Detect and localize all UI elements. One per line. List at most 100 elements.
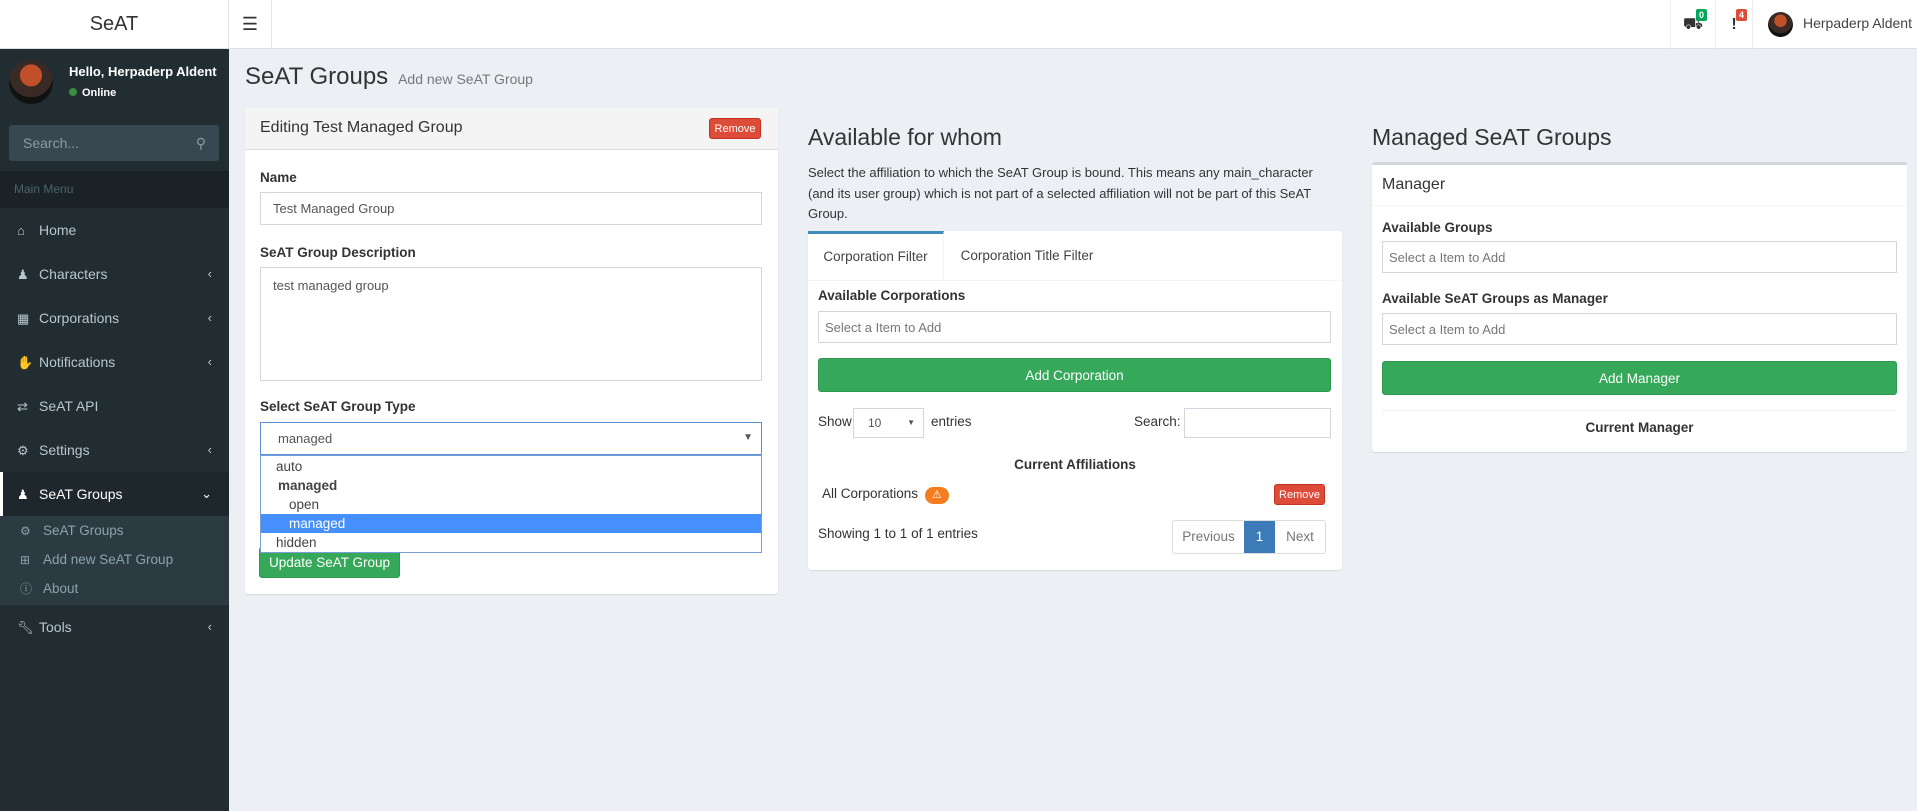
managed-title: Managed SeAT Groups xyxy=(1372,124,1612,150)
page-header: SeAT Groups Add new SeAT Group xyxy=(245,63,533,91)
box-header: Manager xyxy=(1372,165,1907,206)
label: Add new SeAT Group xyxy=(43,552,174,567)
affiliation-name: All Corporations xyxy=(822,486,919,501)
entries-select[interactable]: 10 ▼ xyxy=(853,408,924,438)
managers-label: Available SeAT Groups as Manager xyxy=(1382,291,1608,306)
submenu-item-seat-groups[interactable]: ⚙ SeAT Groups xyxy=(0,516,229,545)
plus-square-icon: ⊞ xyxy=(20,553,31,567)
box-header: Editing Test Managed Group Remove xyxy=(245,108,778,150)
tab-bar: Corporation Filter Corporation Title Fil… xyxy=(808,231,1342,281)
alerts-notification-button[interactable]: ! 4 xyxy=(1715,0,1752,49)
box-title: Manager xyxy=(1382,176,1446,193)
group-type-select[interactable]: managed ▼ xyxy=(260,422,762,455)
affiliation-title: Available for whom xyxy=(808,124,1002,150)
gear-icon: ⚙ xyxy=(20,524,31,538)
user-status: Online xyxy=(69,87,116,99)
label: Tools xyxy=(39,619,72,635)
name-label: Name xyxy=(260,170,297,185)
menu-header: Main Menu xyxy=(0,171,229,208)
add-manager-button[interactable]: Add Manager xyxy=(1382,361,1897,395)
group-type-label: Select SeAT Group Type xyxy=(260,399,416,414)
wrench-icon: 🔧︎ xyxy=(17,620,34,635)
add-corporation-button[interactable]: Add Corporation xyxy=(818,358,1331,392)
name-input[interactable]: Test Managed Group xyxy=(260,192,762,225)
search-icon[interactable]: ⚲ xyxy=(196,125,206,161)
description-textarea[interactable]: test managed group xyxy=(260,267,762,381)
description-label: SeAT Group Description xyxy=(260,245,416,260)
pagination: Previous 1 Next xyxy=(1172,520,1326,554)
groups-select[interactable]: Select a Item to Add xyxy=(1382,241,1897,273)
logo[interactable]: SeAT xyxy=(0,0,229,49)
hand-icon: ✋ xyxy=(17,355,34,370)
sidebar-toggle-bars-icon[interactable]: ☰ xyxy=(229,0,272,49)
info-icon: ⓘ xyxy=(20,582,33,596)
sidebar-item-tools[interactable]: 🔧︎ Tools ‹ xyxy=(0,605,229,649)
previous-page-button[interactable]: Previous xyxy=(1173,521,1244,553)
page-subtitle: Add new SeAT Group xyxy=(398,71,533,87)
cogs-icon: ⚙ xyxy=(17,443,29,458)
table-info: Showing 1 to 1 of 1 entries xyxy=(818,526,978,541)
page-title: SeAT Groups xyxy=(245,63,389,90)
option-hidden[interactable]: hidden xyxy=(261,533,761,552)
sidebar-item-seat-groups[interactable]: ♟ SeAT Groups ⌄ xyxy=(0,472,229,516)
submenu-item-about[interactable]: ⓘ About xyxy=(0,574,229,603)
search-label: Search: xyxy=(1134,414,1181,429)
sidebar-search[interactable]: Search... ⚲ xyxy=(9,125,219,161)
tab-corporation-title-filter[interactable]: Corporation Title Filter xyxy=(944,231,1110,281)
warning-icon: ⚠ xyxy=(924,487,949,504)
tab-corporation-filter[interactable]: Corporation Filter xyxy=(808,231,944,281)
optgroup-managed: managed xyxy=(278,478,338,493)
next-page-button[interactable]: Next xyxy=(1275,521,1325,553)
manager-box: Manager Available Groups Select a Item t… xyxy=(1372,162,1907,452)
user-greeting: Hello, Herpaderp Aldent xyxy=(69,64,217,79)
option-auto[interactable]: auto xyxy=(261,457,761,476)
sidebar-item-settings[interactable]: ⚙ Settings ‹ xyxy=(0,428,229,472)
managers-select[interactable]: Select a Item to Add xyxy=(1382,313,1897,345)
jobs-notification-button[interactable]: ⛟ 0 xyxy=(1670,0,1715,49)
caret-down-icon: ▼ xyxy=(907,418,915,427)
home-icon: ⌂ xyxy=(17,223,25,238)
corporation-select[interactable]: Select a Item to Add xyxy=(818,311,1331,343)
chevron-left-icon: ‹ xyxy=(207,310,212,325)
chevron-left-icon: ‹ xyxy=(207,619,212,634)
search-input[interactable]: Search... xyxy=(23,135,79,151)
table-search-input[interactable] xyxy=(1184,408,1331,438)
user-icon: ♟ xyxy=(17,267,29,282)
corporations-label: Available Corporations xyxy=(818,288,966,303)
label: About xyxy=(43,581,79,596)
status-text: Online xyxy=(82,87,117,99)
label: Settings xyxy=(39,442,90,458)
sidebar-item-home[interactable]: ⌂ Home xyxy=(0,208,229,252)
sidebar-item-corporations[interactable]: ▦ Corporations ‹ xyxy=(0,296,229,340)
sidebar-item-notifications[interactable]: ✋ Notifications ‹ xyxy=(0,340,229,384)
option-open[interactable]: open xyxy=(261,495,761,514)
remove-affiliation-button[interactable]: Remove xyxy=(1274,484,1325,505)
option-managed[interactable]: managed xyxy=(261,514,761,533)
submenu-item-add-new[interactable]: ⊞ Add new SeAT Group xyxy=(0,545,229,574)
label: SeAT Groups xyxy=(43,523,124,538)
sidebar-item-seat-api[interactable]: ⇄ SeAT API xyxy=(0,384,229,428)
edit-group-box: Editing Test Managed Group Remove Name T… xyxy=(245,108,778,594)
group-type-dropdown: auto managed open managed hidden xyxy=(260,455,762,553)
caret-down-icon: ▼ xyxy=(743,432,753,443)
label: Notifications xyxy=(39,354,116,370)
entries-label: entries xyxy=(931,414,972,429)
sidebar-avatar xyxy=(9,60,53,104)
user-name: Herpaderp Aldent xyxy=(1803,15,1912,31)
sidebar-item-characters[interactable]: ♟ Characters ‹ xyxy=(0,252,229,296)
jobs-count-badge: 0 xyxy=(1695,9,1707,21)
show-label: Show xyxy=(818,414,852,429)
building-icon: ▦ xyxy=(17,311,30,326)
chevron-left-icon: ‹ xyxy=(207,354,212,369)
label: Home xyxy=(39,222,77,238)
user-menu[interactable]: Herpaderp Aldent xyxy=(1752,0,1917,49)
current-manager-label: Current Manager xyxy=(1585,420,1694,435)
label: Corporations xyxy=(39,310,120,326)
table-header: Current Affiliations xyxy=(1014,457,1136,472)
box-title: Editing Test Managed Group xyxy=(260,119,463,136)
chevron-left-icon: ‹ xyxy=(207,442,212,457)
page-1-button[interactable]: 1 xyxy=(1244,521,1275,553)
label: SeAT Groups xyxy=(39,486,123,502)
affiliation-row: All Corporations ⚠ xyxy=(822,486,949,504)
remove-group-button[interactable]: Remove xyxy=(709,118,761,139)
